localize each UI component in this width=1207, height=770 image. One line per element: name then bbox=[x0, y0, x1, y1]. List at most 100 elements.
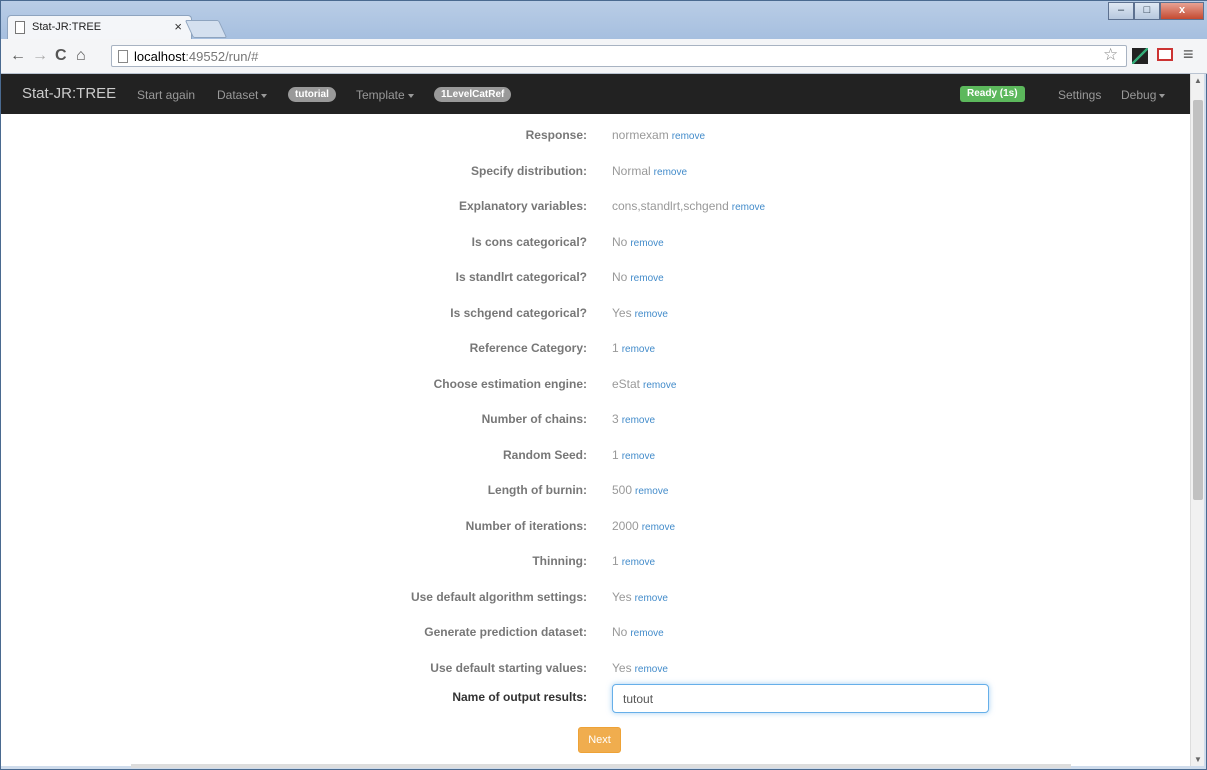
form-row: Number of iterations: 2000 remove bbox=[1, 515, 1190, 535]
gmail-icon[interactable] bbox=[1157, 48, 1173, 61]
page-icon bbox=[15, 21, 25, 34]
remove-link[interactable]: remove bbox=[654, 167, 687, 178]
output-name-input[interactable] bbox=[612, 684, 989, 713]
field-label: Reference Category: bbox=[469, 341, 587, 355]
reload-icon[interactable]: C bbox=[55, 47, 67, 65]
remove-link[interactable]: remove bbox=[630, 273, 663, 284]
field-value-text: 3 bbox=[612, 412, 619, 426]
new-tab-button[interactable] bbox=[184, 20, 228, 38]
field-label: Thinning: bbox=[532, 554, 587, 568]
field-value: 1 remove bbox=[612, 341, 655, 355]
remove-link[interactable]: remove bbox=[635, 664, 668, 675]
field-value: cons,standlrt,schgend remove bbox=[612, 199, 765, 213]
remove-link[interactable]: remove bbox=[732, 202, 765, 213]
minimize-button[interactable]: – bbox=[1108, 2, 1134, 20]
remove-link[interactable]: remove bbox=[635, 309, 668, 320]
form-row: Is standlrt categorical? No remove bbox=[1, 266, 1190, 286]
forward-icon[interactable]: → bbox=[32, 47, 48, 65]
field-label: Number of iterations: bbox=[465, 518, 587, 533]
remove-link[interactable]: remove bbox=[630, 238, 663, 249]
field-value-text: No bbox=[612, 625, 628, 639]
caret-down-icon bbox=[1159, 93, 1166, 98]
template-menu[interactable]: Template bbox=[356, 88, 414, 102]
field-value: Yes remove bbox=[612, 306, 668, 320]
scrollbar-thumb[interactable] bbox=[1193, 100, 1203, 500]
field-value-text: 1 bbox=[612, 554, 619, 568]
field-value-text: cons,standlrt,schgend bbox=[612, 199, 729, 213]
field-value: 1 remove bbox=[612, 448, 655, 462]
form-row: Response: normexam remove bbox=[1, 124, 1190, 144]
browser-toolbar: ← → C ⌂ localhost:49552/run/# ☆ ≡ bbox=[1, 39, 1207, 74]
start-again-link[interactable]: Start again bbox=[137, 88, 195, 102]
scroll-down-icon[interactable]: ▼ bbox=[1194, 755, 1202, 764]
field-value-text: normexam bbox=[612, 128, 669, 142]
browser-window: Stat-JR:TREE × – □ x ← → C ⌂ localhost:4… bbox=[0, 0, 1207, 770]
field-label: Specify distribution: bbox=[470, 163, 587, 178]
field-value-text: 1 bbox=[612, 341, 619, 355]
form-row: Random Seed: 1 remove bbox=[1, 444, 1190, 464]
remove-link[interactable]: remove bbox=[672, 131, 705, 142]
remove-link[interactable]: remove bbox=[622, 451, 655, 462]
bookmark-star-icon[interactable]: ☆ bbox=[1103, 45, 1118, 65]
scroll-up-icon[interactable]: ▲ bbox=[1194, 76, 1202, 85]
field-label: Is standlrt categorical? bbox=[455, 270, 587, 284]
home-icon[interactable]: ⌂ bbox=[76, 47, 86, 65]
field-value: 1 remove bbox=[612, 554, 655, 568]
app-brand[interactable]: Stat-JR:TREE bbox=[22, 85, 116, 102]
remove-link[interactable]: remove bbox=[642, 522, 675, 533]
field-label: Number of chains: bbox=[481, 412, 587, 426]
caret-down-icon bbox=[261, 93, 268, 98]
form-row: Generate prediction dataset: No remove bbox=[1, 621, 1190, 641]
browser-tab[interactable]: Stat-JR:TREE × bbox=[7, 15, 192, 39]
form-row: Thinning: 1 remove bbox=[1, 550, 1190, 570]
field-value: Normal remove bbox=[612, 164, 687, 178]
field-value: eStat remove bbox=[612, 377, 676, 391]
field-label: Explanatory variables: bbox=[458, 199, 587, 213]
address-bar[interactable]: localhost:49552/run/# bbox=[111, 45, 1127, 67]
close-window-button[interactable]: x bbox=[1160, 2, 1204, 20]
url-text: localhost:49552/run/# bbox=[134, 49, 259, 64]
dataset-menu[interactable]: Dataset bbox=[217, 88, 268, 102]
field-label: Length of burnin: bbox=[487, 483, 587, 497]
debug-menu[interactable]: Debug bbox=[1121, 88, 1166, 102]
next-button[interactable]: Next bbox=[578, 727, 621, 753]
field-value-text: eStat bbox=[612, 376, 641, 391]
field-value: normexam remove bbox=[612, 128, 705, 142]
field-value: No remove bbox=[612, 625, 664, 639]
field-value-text: No bbox=[612, 270, 628, 284]
field-label: Use default starting values: bbox=[430, 660, 587, 675]
vertical-scrollbar[interactable]: ▲ ▼ bbox=[1190, 74, 1204, 766]
field-label: Use default algorithm settings: bbox=[410, 589, 587, 604]
remove-link[interactable]: remove bbox=[643, 380, 676, 391]
remove-link[interactable]: remove bbox=[622, 557, 655, 568]
remove-link[interactable]: remove bbox=[622, 344, 655, 355]
output-label: Name of output results: bbox=[452, 690, 587, 704]
field-label: Response: bbox=[525, 128, 587, 142]
remove-link[interactable]: remove bbox=[635, 593, 668, 604]
field-value: Yes remove bbox=[612, 661, 668, 675]
qr-extension-icon[interactable] bbox=[1132, 48, 1148, 64]
remove-link[interactable]: remove bbox=[622, 415, 655, 426]
form-row: Explanatory variables: cons,standlrt,schg… bbox=[1, 195, 1190, 215]
menu-icon[interactable]: ≡ bbox=[1183, 44, 1194, 65]
field-value-text: Yes bbox=[612, 305, 632, 320]
main-content: Response: normexam remove Specify distribut… bbox=[1, 114, 1190, 768]
remove-link[interactable]: remove bbox=[635, 486, 668, 497]
field-value-text: No bbox=[612, 234, 628, 249]
status-badge: Ready (1s) bbox=[960, 86, 1025, 102]
settings-link[interactable]: Settings bbox=[1058, 88, 1101, 102]
caret-down-icon bbox=[407, 93, 414, 98]
field-value-text: 1 bbox=[612, 447, 619, 462]
back-icon[interactable]: ← bbox=[10, 47, 26, 65]
form-row: Length of burnin: 500 remove bbox=[1, 479, 1190, 499]
tab-title: Stat-JR:TREE bbox=[32, 21, 102, 33]
field-label: Random Seed: bbox=[502, 447, 587, 462]
field-value-text: 500 bbox=[612, 483, 633, 497]
field-label: Is schgend categorical? bbox=[450, 305, 587, 320]
maximize-button[interactable]: □ bbox=[1134, 2, 1160, 20]
form-row: Use default algorithm settings: Yes remove bbox=[1, 586, 1190, 606]
remove-link[interactable]: remove bbox=[630, 628, 663, 639]
close-tab-icon[interactable]: × bbox=[174, 19, 182, 34]
dataset-badge: tutorial bbox=[288, 87, 336, 102]
horizontal-scrollbar[interactable] bbox=[131, 764, 1071, 768]
